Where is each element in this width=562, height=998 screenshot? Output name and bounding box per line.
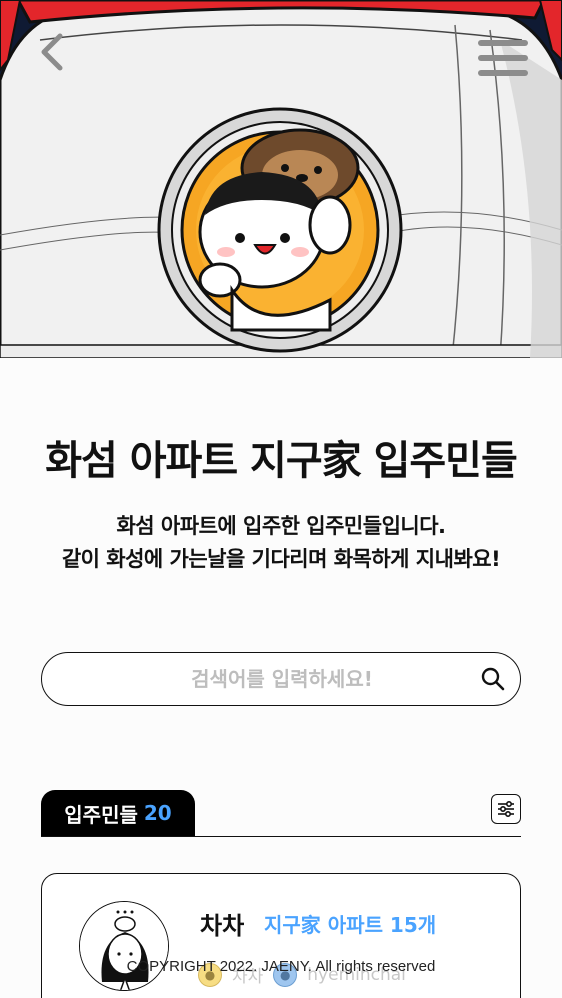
page-title: 화섬 아파트 지구家 입주민들 — [45, 438, 518, 484]
hero-banner — [0, 0, 562, 358]
search-icon[interactable] — [480, 666, 506, 692]
search-bar — [41, 652, 521, 706]
avatar — [79, 901, 169, 991]
tab-residents[interactable]: 입주민들 20 — [41, 790, 195, 836]
copyright-text: COPYRIGHT 2022. JAENY. All rights reserv… — [126, 958, 436, 975]
resident-apartments: 지구家 아파트 15개 — [264, 913, 437, 937]
back-button[interactable] — [36, 32, 80, 84]
resident-card[interactable]: 차차 지구家 아파트 15개 ● 차차 ● hyeminchal — [41, 873, 521, 998]
page: 화섬 아파트 지구家 입주민들 화섬 아파트에 입주한 입주민들입니다. 같이 … — [0, 0, 562, 998]
page-description: 화섬 아파트에 입주한 입주민들입니다. 같이 화성에 가는날을 기다리며 화목… — [0, 510, 562, 576]
residents-header: 입주민들 20 — [41, 790, 521, 837]
description-line-2: 같이 화성에 가는날을 기다리며 화목하게 지내봐요! — [61, 547, 501, 571]
hamburger-menu-icon — [478, 40, 528, 46]
tab-label: 입주민들 — [64, 802, 138, 827]
description-line-1: 화섬 아파트에 입주한 입주민들입니다. — [116, 514, 446, 538]
resident-name: 차차 — [200, 912, 245, 940]
avatar-image — [80, 902, 168, 990]
hamburger-line — [478, 55, 528, 61]
filter-button[interactable] — [491, 794, 521, 824]
residents-count: 20 — [143, 801, 172, 825]
sliders-filter-icon — [498, 800, 514, 818]
chevron-left-icon — [41, 33, 63, 71]
hamburger-line — [478, 70, 528, 76]
menu-button[interactable] — [478, 34, 528, 82]
search-input[interactable] — [62, 661, 462, 697]
